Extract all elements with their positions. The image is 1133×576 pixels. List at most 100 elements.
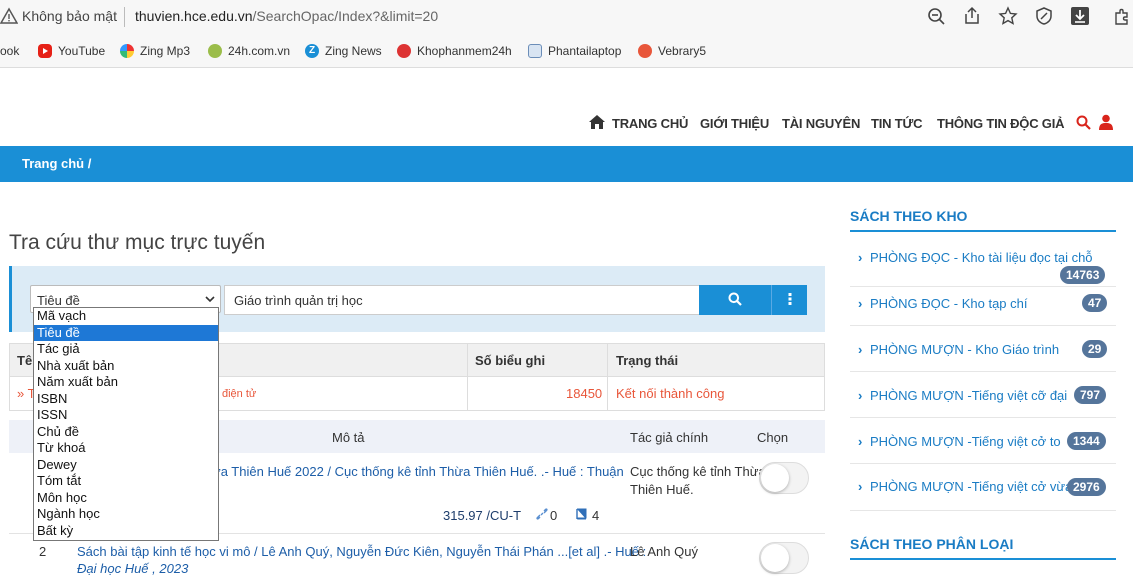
select-value: Tiêu đề	[37, 293, 80, 308]
nav-reader-info[interactable]: THÔNG TIN ĐỘC GIẢ	[937, 116, 1065, 131]
bookmark-khophanmem24h[interactable]: Khophanmem24h	[397, 44, 512, 58]
sidebar-divider	[850, 325, 1116, 326]
sidebar-item-label: PHÒNG ĐỌC - Kho tài liệu đọc tại chỗ	[870, 250, 1093, 265]
sidebar-divider	[850, 463, 1116, 464]
option-issn[interactable]: ISSN	[34, 407, 218, 424]
nav-about[interactable]: GIỚI THIỆU	[700, 116, 769, 131]
chevron-right-icon: ›	[858, 479, 863, 494]
bookmark-24h[interactable]: 24h.com.vn	[208, 44, 290, 58]
bookmark-zing-news[interactable]: Z Zing News	[305, 44, 382, 58]
option-keyword[interactable]: Từ khoá	[34, 440, 218, 457]
bookmark-label: ook	[0, 44, 20, 58]
sidebar-underline	[850, 230, 1116, 232]
count-badge: 29	[1082, 340, 1108, 358]
warning-icon[interactable]	[0, 7, 18, 25]
url-field[interactable]: thuvien.hce.edu.vn/SearchOpac/Index?&lim…	[135, 8, 438, 24]
result-2-description[interactable]: Sách bài tập kinh tế học vi mô / Lê Anh …	[77, 544, 646, 559]
option-abstract[interactable]: Tóm tắt	[34, 473, 218, 490]
column-name: Tê	[17, 353, 33, 368]
star-icon[interactable]	[998, 6, 1018, 26]
nav-news[interactable]: TIN TỨC	[871, 116, 922, 131]
database-record-count: 18450	[566, 386, 603, 401]
download-icon[interactable]	[1070, 6, 1090, 26]
column-divider	[607, 344, 608, 410]
panel-accent-bar	[9, 266, 12, 332]
bookmark-label: Phantailaptop	[548, 44, 622, 58]
database-name-tail[interactable]: điện tử	[222, 388, 256, 400]
sidebar-divider	[850, 417, 1116, 418]
zing-news-icon: Z	[305, 44, 319, 58]
chevron-down-icon	[205, 296, 215, 303]
toggle-knob	[761, 464, 789, 492]
bookmark-label: Zing Mp3	[140, 44, 191, 58]
zoom-out-icon[interactable]	[926, 6, 946, 26]
result-2-select-toggle[interactable]	[759, 542, 809, 574]
sidebar-item-label: PHÒNG MƯỢN - Kho Giáo trình	[870, 342, 1060, 357]
search-input[interactable]	[224, 285, 700, 315]
column-record-count: Số biểu ghi	[475, 353, 546, 368]
bookmark-youtube[interactable]: YouTube	[38, 44, 105, 58]
chevron-right-icon: ›	[858, 250, 863, 265]
breadcrumb: Trang chủ /	[0, 146, 1133, 182]
vertical-dots-icon	[788, 292, 791, 305]
shield-icon[interactable]	[1034, 6, 1054, 26]
bookmark-phantailaptop[interactable]: Phantailaptop	[528, 44, 621, 58]
option-title[interactable]: Tiêu đề	[34, 324, 218, 341]
option-isbn[interactable]: ISBN	[34, 391, 218, 408]
breadcrumb-home[interactable]: Trang chủ /	[22, 156, 91, 171]
option-publisher[interactable]: Nhà xuất bản	[34, 358, 218, 375]
chevron-right-icon: ›	[858, 342, 863, 357]
youtube-icon	[38, 44, 52, 58]
column-status: Trạng thái	[616, 353, 679, 368]
search-icon	[728, 292, 742, 306]
bookmarks-bar: ook YouTube Zing Mp3 24h.com.vn Z Zing Ne…	[0, 34, 1133, 68]
column-divider	[467, 344, 468, 410]
result-1-description[interactable]: ừa Thiên Huế 2022 / Cục thống kê tỉnh Th…	[212, 464, 624, 479]
sidebar-title-by-storage: SÁCH THEO KHO	[850, 208, 968, 224]
result-1-books-count: 4	[592, 508, 600, 523]
url-path: /SearchOpac/Index?&limit=20	[252, 8, 439, 24]
more-options-button[interactable]	[771, 285, 807, 315]
bookmark-vebrary5[interactable]: Vebrary5	[638, 44, 706, 58]
nav-home[interactable]: TRANG CHỦ	[612, 116, 688, 131]
sidebar-item-label: PHÒNG ĐỌC - Kho tạp chí	[870, 296, 1028, 311]
bookmark-label: YouTube	[58, 44, 106, 58]
bookmark-label: Vebrary5	[658, 44, 707, 58]
browser-address-bar: Không bảo mật thuvien.hce.edu.vn/SearchO…	[0, 0, 1133, 34]
sidebar-item-label: PHÒNG MƯỢN -Tiếng việt cỡ đại	[870, 388, 1068, 403]
option-dewey[interactable]: Dewey	[34, 457, 218, 474]
result-1-author-cont: Thiên Huế.	[630, 482, 694, 497]
sidebar-title-by-category: SÁCH THEO PHÂN LOẠI	[850, 536, 1014, 552]
not-secure-label[interactable]: Không bảo mật	[22, 8, 117, 24]
link-icon[interactable]	[536, 508, 548, 520]
option-barcode[interactable]: Mã vạch	[34, 308, 218, 325]
count-badge: 47	[1082, 294, 1108, 312]
count-badge: 14763	[1060, 266, 1106, 284]
bookmark-facebook[interactable]: ook	[0, 44, 19, 58]
option-subject[interactable]: Chủ đề	[34, 424, 218, 441]
nav-resources[interactable]: TÀI NGUYÊN	[782, 116, 860, 131]
result-2-publisher[interactable]: Đại học Huế , 2023	[77, 561, 188, 576]
option-major[interactable]: Ngành học	[34, 506, 218, 523]
option-year[interactable]: Năm xuất bản	[34, 374, 218, 391]
search-icon[interactable]	[1076, 115, 1091, 130]
sidebar-underline	[850, 558, 1116, 560]
share-icon[interactable]	[962, 6, 982, 26]
address-divider	[124, 7, 125, 27]
home-icon[interactable]	[588, 114, 606, 130]
count-badge: 2976	[1067, 478, 1106, 496]
count-badge: 797	[1074, 386, 1107, 404]
option-course[interactable]: Môn học	[34, 490, 218, 507]
extensions-icon[interactable]	[1112, 6, 1132, 26]
bookmark-zing-mp3[interactable]: Zing Mp3	[120, 44, 190, 58]
option-author[interactable]: Tác giả	[34, 341, 218, 358]
sidebar-divider	[850, 286, 1116, 287]
search-field-dropdown[interactable]: Mã vạch Tiêu đề Tác giả Nhà xuất bản Năm…	[33, 307, 219, 541]
result-1-select-toggle[interactable]	[759, 462, 809, 494]
user-icon[interactable]	[1099, 114, 1113, 130]
result-2-author: Lê Anh Quý	[630, 544, 698, 559]
option-any[interactable]: Bất kỳ	[34, 523, 218, 540]
page-title: Tra cứu thư mục trực tuyến	[9, 231, 266, 254]
book-icon[interactable]	[575, 508, 588, 520]
search-button[interactable]	[699, 285, 771, 315]
